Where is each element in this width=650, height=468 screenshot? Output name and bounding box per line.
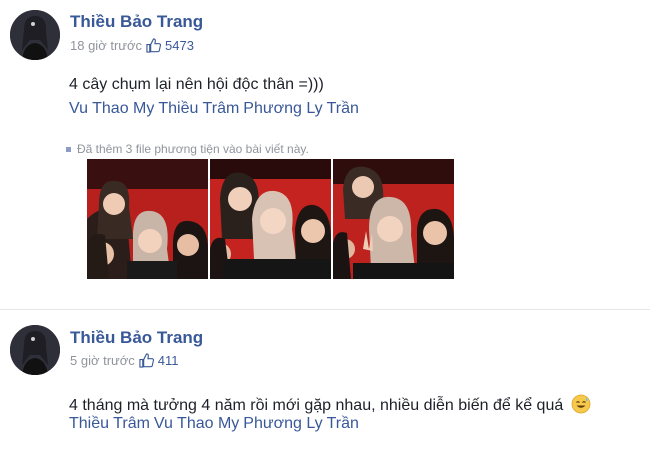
tagged-people: Thiều Trâm Vu Thao My Phương Ly Trần xyxy=(69,415,359,433)
post-meta: 5 giờ trước 411 xyxy=(70,353,179,368)
tag-link[interactable]: Vu Thao My xyxy=(154,415,239,433)
like-count[interactable]: 411 xyxy=(158,353,179,368)
tag-link[interactable]: Thiều Trâm xyxy=(69,415,150,433)
like-count[interactable]: 5473 xyxy=(165,38,194,53)
square-bullet-icon xyxy=(66,146,71,152)
post: Thiều Bảo Trang 18 giờ trước 5473 4 cây … xyxy=(0,0,650,300)
post-meta: 18 giờ trước 5473 xyxy=(70,38,194,53)
tag-link[interactable]: Vu Thao My xyxy=(69,100,154,118)
tag-link[interactable]: Phương Ly xyxy=(243,100,322,118)
post-text: 4 cây chụm lại nên hội độc thân =))) xyxy=(69,76,324,93)
avatar[interactable] xyxy=(10,325,60,375)
tag-link[interactable]: Trần xyxy=(327,415,359,433)
media-note-text: Đã thêm 3 file phương tiện vào bài viết … xyxy=(77,142,309,156)
tag-link[interactable]: Trần xyxy=(327,100,359,118)
post-text-row: 4 tháng mà tưởng 4 năm rồi mới gặp nhau,… xyxy=(69,394,591,415)
post-text: 4 tháng mà tưởng 4 năm rồi mới gặp nhau,… xyxy=(69,397,564,414)
selfie-photo-2[interactable] xyxy=(210,159,331,279)
thumbs-up-icon xyxy=(139,353,154,368)
thumbs-up-icon xyxy=(146,38,161,53)
photo-grid xyxy=(87,159,454,279)
selfie-photo-1[interactable] xyxy=(87,159,208,279)
author-name[interactable]: Thiều Bảo Trang xyxy=(70,328,203,348)
tag-link[interactable]: Thiều Trâm xyxy=(158,100,239,118)
media-note: Đã thêm 3 file phương tiện vào bài viết … xyxy=(66,142,309,156)
post-divider xyxy=(0,309,650,310)
timestamp[interactable]: 5 giờ trước xyxy=(70,353,135,368)
tag-link[interactable]: Phương Ly xyxy=(243,415,322,433)
timestamp[interactable]: 18 giờ trước xyxy=(70,38,142,53)
tagged-people: Vu Thao My Thiều Trâm Phương Ly Trần xyxy=(69,100,359,118)
post: Thiều Bảo Trang 5 giờ trước 411 4 tháng … xyxy=(0,318,650,468)
sweat-smile-emoji-icon xyxy=(571,394,591,414)
selfie-photo-3[interactable] xyxy=(333,159,454,279)
avatar[interactable] xyxy=(10,10,60,60)
author-name[interactable]: Thiều Bảo Trang xyxy=(70,12,203,32)
